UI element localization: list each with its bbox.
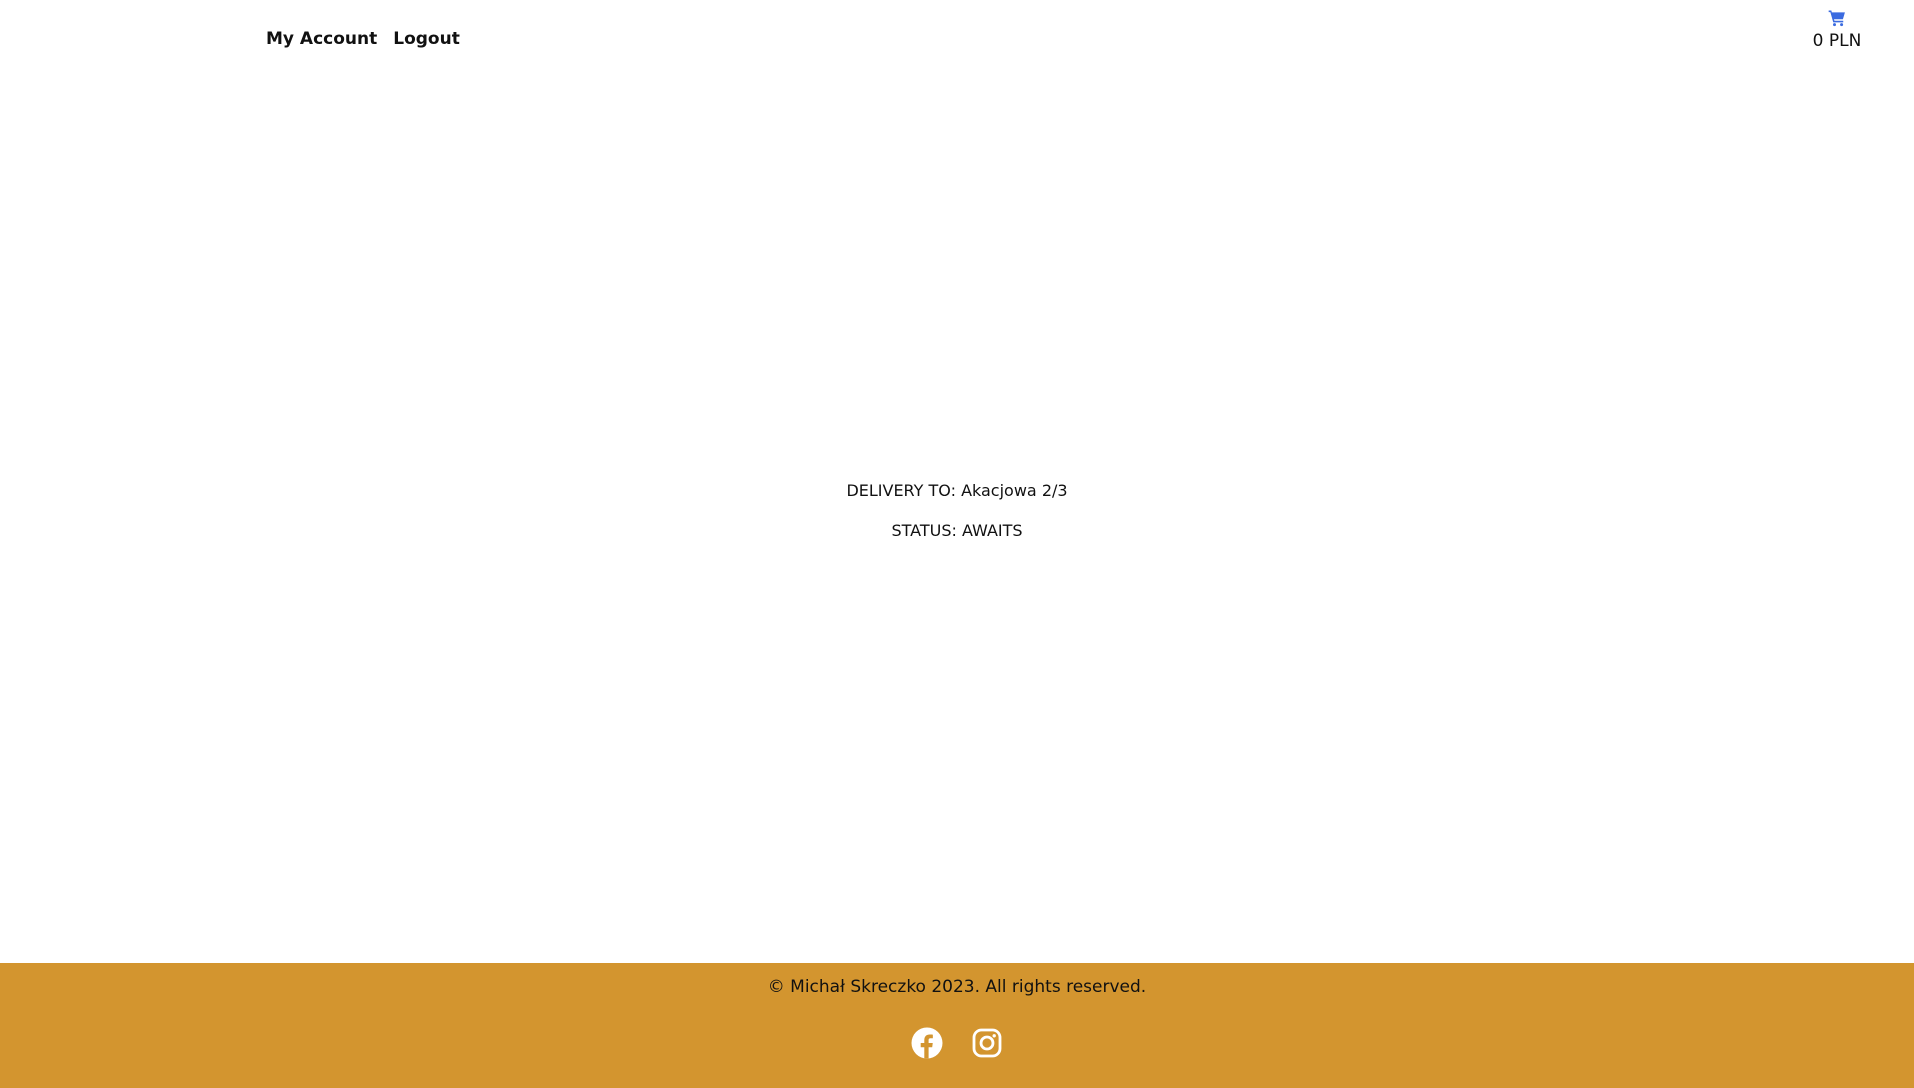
facebook-icon bbox=[911, 1027, 943, 1059]
shopping-cart-icon bbox=[1828, 10, 1845, 27]
instagram-link[interactable] bbox=[971, 1027, 1003, 1059]
logout-link[interactable]: Logout bbox=[393, 28, 460, 50]
account-nav: My Account Logout bbox=[266, 28, 460, 50]
main-content: DELIVERY TO: Akacjowa 2/3 STATUS: AWAITS bbox=[0, 80, 1914, 963]
site-header: My Account Logout 0 PLN bbox=[0, 0, 1914, 80]
copyright-text: © Michał Skreczko 2023. All rights reser… bbox=[767, 977, 1147, 997]
site-footer: © Michał Skreczko 2023. All rights reser… bbox=[0, 963, 1914, 1088]
delivery-address: DELIVERY TO: Akacjowa 2/3 bbox=[846, 481, 1068, 500]
order-summary: DELIVERY TO: Akacjowa 2/3 STATUS: AWAITS bbox=[0, 480, 1914, 560]
facebook-link[interactable] bbox=[911, 1027, 943, 1059]
order-status: STATUS: AWAITS bbox=[891, 521, 1023, 540]
instagram-icon bbox=[972, 1028, 1002, 1058]
cart-total: 0 PLN bbox=[1812, 31, 1862, 51]
social-links bbox=[0, 1027, 1914, 1059]
my-account-link[interactable]: My Account bbox=[266, 28, 377, 50]
page: My Account Logout 0 PLN DELIVERY TO: Aka… bbox=[0, 0, 1914, 1088]
cart-button[interactable]: 0 PLN bbox=[1800, 8, 1874, 52]
